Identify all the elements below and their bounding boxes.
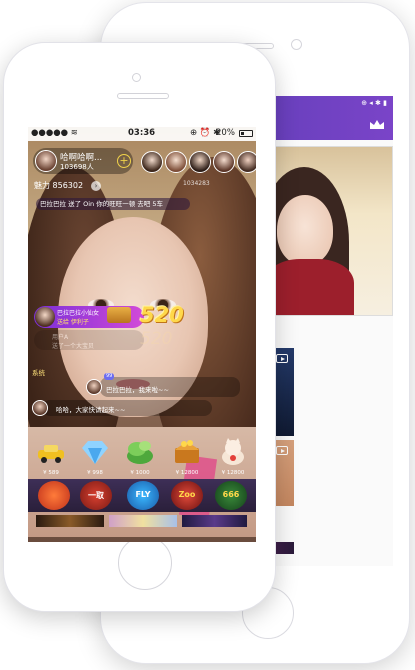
gift-item[interactable]: ¥ 12800 [214,432,252,480]
gift-item[interactable]: ¥ 1000 [121,432,159,480]
crown-icon[interactable] [369,120,385,130]
game-label: Zoo [178,490,196,499]
gift-item[interactable]: ¥ 12800 [168,432,206,480]
system-label: 系统 [32,369,45,377]
car-game-icon[interactable] [38,481,70,510]
gift-item[interactable]: ¥ 589 [32,432,70,480]
combo-count: 520 [140,303,184,327]
diamond-gift-icon [82,441,108,464]
gift-sender: 巴拉巴拉小仙女 [57,310,100,317]
thumbnail[interactable] [109,515,177,527]
game-label: 666 [222,490,240,499]
chat-message: 99 巴拉巴拉，我来啦~~ [86,373,240,397]
live-stream-screen: ●●●●● ≋ 03:36 ⊕ ⏰ ✱ 20% 哈啊哈啊... 103698人 … [28,127,256,542]
viewer-avatar[interactable] [141,151,163,173]
gift-price: ¥ 998 [87,470,103,476]
bigwin-game-icon[interactable]: 一取 [80,481,112,510]
avatar [86,379,102,395]
battery-icon [239,130,253,137]
thumbnail-strip [36,515,247,527]
back-phone-camera [291,39,302,50]
battery-percent: 20% [216,128,235,138]
avatar [32,400,48,416]
avatar[interactable] [35,150,57,172]
play-icon [276,446,288,455]
car-gift-icon [38,445,64,463]
thumbnail[interactable] [182,515,247,527]
chat-text: 巴拉巴拉，我来啦~~ [106,386,169,394]
back-status-icons: ⊕ ◂ ✱ ▮ [361,99,387,107]
lucky-666-game-icon[interactable]: 666 [215,481,247,510]
chat-message: 哈哈，大家快请起来~~ [32,400,212,416]
game-bar: 一取 FLY Zoo 666 [28,479,256,512]
gift-price: ¥ 589 [43,470,59,476]
gift-sender: 用户A [52,334,69,341]
front-phone-speaker [117,93,169,99]
game-label: FLY [135,490,151,499]
gift-combo-banner-faded: 用户A 送了一个大宝贝 [34,330,144,350]
follow-button[interactable]: + [117,154,131,168]
combo-count-faded: 520 [140,329,173,349]
status-bar: ●●●●● ≋ 03:36 ⊕ ⏰ ✱ 20% [28,127,256,141]
charm-score[interactable]: 魅力 856302 › [31,180,105,192]
thumbnail[interactable] [36,515,104,527]
viewer-avatar[interactable] [213,151,235,173]
charm-label: 魅力 856302 [34,181,84,190]
level-badge: 99 [104,373,115,380]
treasure-chest-icon [107,307,131,323]
gift-price: ¥ 12800 [221,470,245,476]
gift-ticker: 巴拉巴拉 送了 Oin 你的旺旺一顿 去吧 5车 [36,198,190,210]
front-phone-camera [132,73,141,82]
treasure-gift-icon [175,440,199,463]
win-game-icon[interactable]: Zoo [171,481,203,510]
status-time: 03:36 [128,128,156,138]
viewer-avatar[interactable] [237,151,256,173]
viewer-avatar[interactable] [189,151,211,173]
audience-count: 103698人 [60,163,94,171]
money-gift-icon [127,441,153,464]
fly-game-icon[interactable]: FLY [127,481,159,510]
lucky-cat-gift-icon [222,438,244,465]
play-icon [276,354,288,363]
gift-description: 送给 伊利子 [57,319,89,326]
avatar [35,307,55,327]
viewer-avatar[interactable] [165,151,187,173]
front-phone-home-button [118,536,172,590]
signal-icon: ●●●●● ≋ [31,128,78,138]
plus-icon: + [119,154,129,167]
gift-item[interactable]: ¥ 998 [76,432,114,480]
gift-price: ¥ 12800 [175,470,199,476]
gift-description: 送了一个大宝贝 [52,343,95,350]
chevron-right-icon: › [91,181,101,191]
room-id: 1034283 [183,180,210,187]
chat-text: 哈哈，大家快请起来~~ [56,406,126,414]
gift-price: ¥ 1000 [130,470,150,476]
game-label: 一取 [88,491,104,500]
host-info[interactable]: 哈啊哈啊... 103698人 + [33,148,133,174]
promo-stage: ⊕ ◂ ✱ ▮ ●●●●● ≋ 03:36 ⊕ ⏰ ✱ 20% 哈啊哈啊... … [0,0,415,670]
